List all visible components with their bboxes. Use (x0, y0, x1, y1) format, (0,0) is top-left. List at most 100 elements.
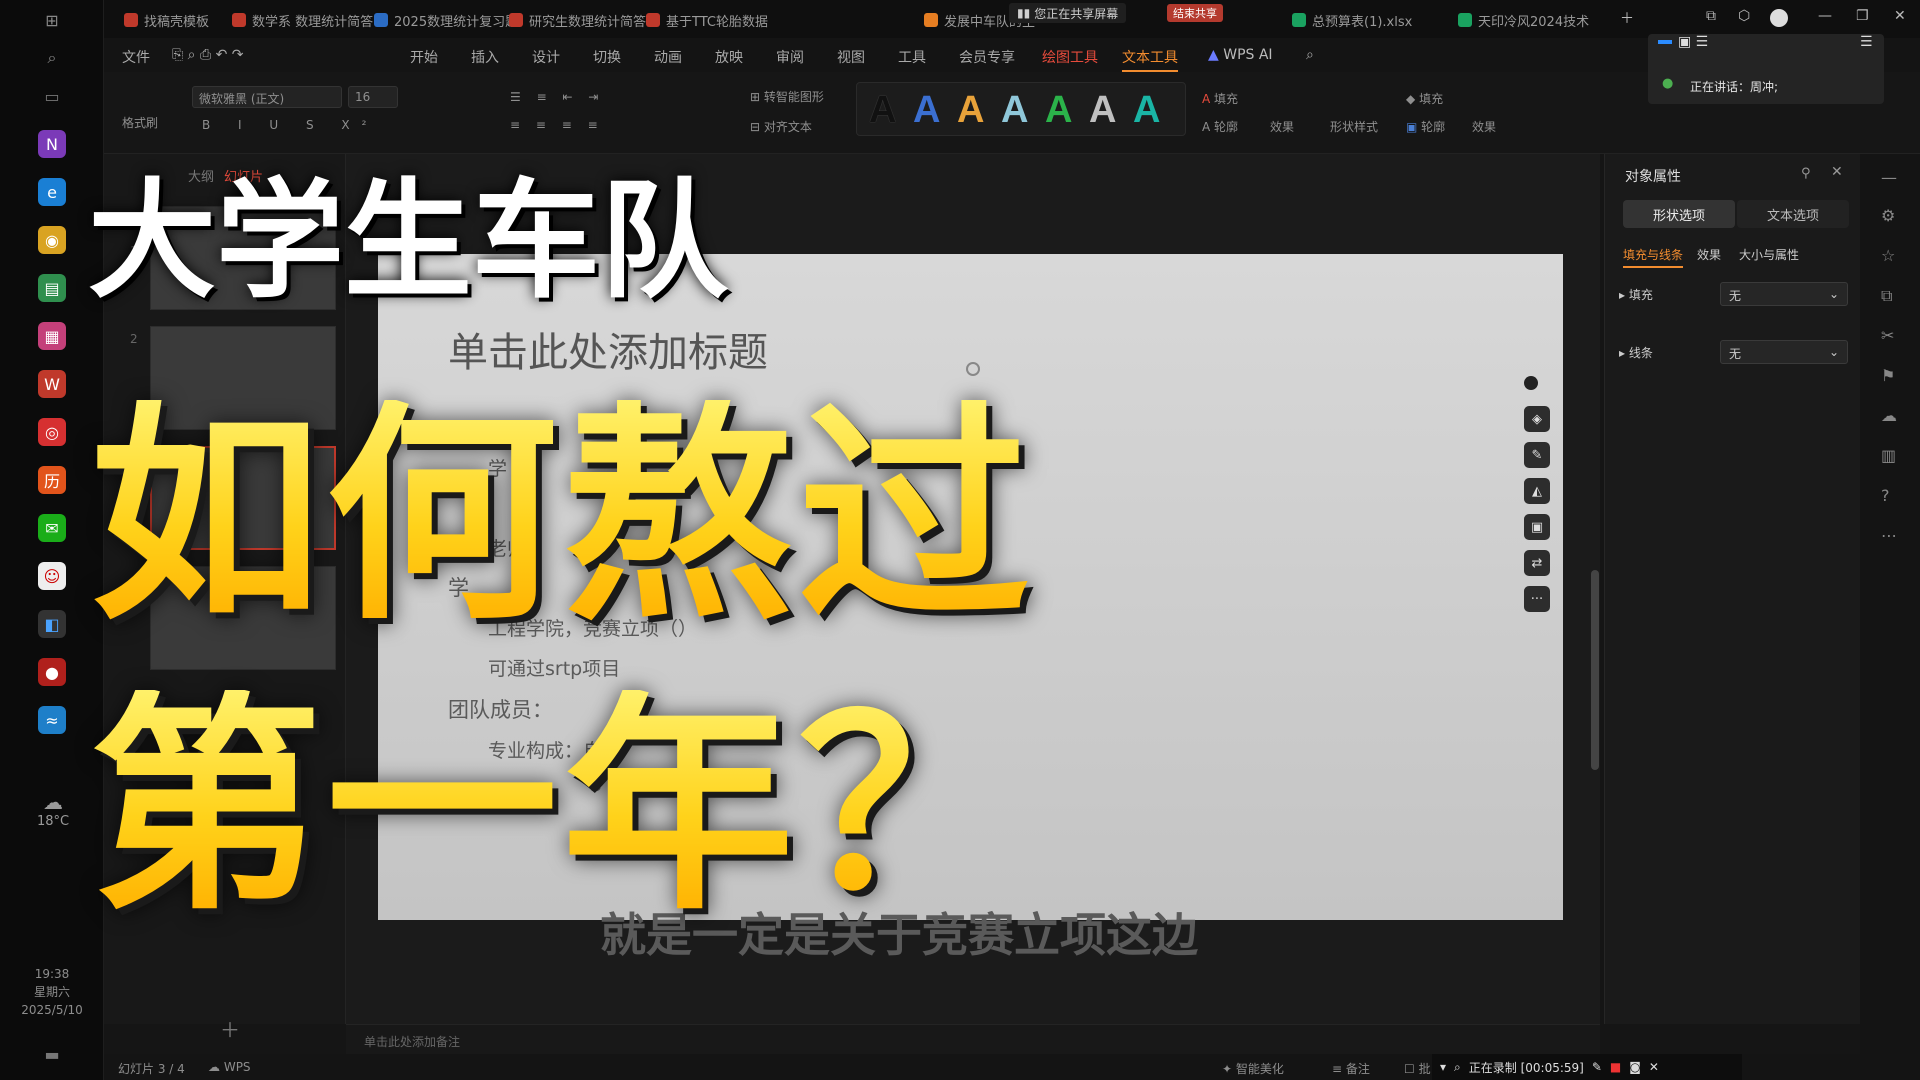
text-style-preset[interactable]: A (1045, 89, 1072, 132)
tab-fill-line[interactable]: 填充与线条 (1623, 246, 1684, 268)
shape-outline-button[interactable]: ▣ 轮廓 (1406, 118, 1445, 135)
app-red-icon[interactable]: 历 (38, 466, 66, 494)
slide[interactable]: 单击此处添加标题 学 老师， 学 工程学院，竞赛立项（） 可通过srtp项目 团… (378, 254, 1563, 920)
shape-style-button[interactable]: 形状样式 (1330, 118, 1378, 135)
format-painter-button[interactable]: 格式刷 (122, 114, 158, 131)
text-format-buttons[interactable]: B I U S X² (202, 118, 378, 132)
fill-row[interactable]: ▸ 填充 (1619, 286, 1653, 303)
text-style-preset[interactable]: A (869, 89, 896, 132)
font-size-select[interactable]: 16 (348, 86, 398, 108)
layers-icon[interactable]: ◈ (1524, 406, 1550, 432)
properties-icon[interactable]: ⚙ (1881, 206, 1895, 225)
chart-app-icon[interactable]: ≈ (38, 706, 66, 734)
pen-icon[interactable]: ✎ (1524, 442, 1550, 468)
menu-drawing-tools[interactable]: 绘图工具 (1042, 47, 1098, 67)
rotate-handle-icon[interactable] (966, 362, 980, 376)
browser-tab[interactable]: 总预算表(1).xlsx (1292, 6, 1412, 34)
browser-tab[interactable]: 研究生数理统计简答 (509, 6, 646, 34)
wps-icon[interactable]: W (38, 370, 66, 398)
avatar[interactable] (1770, 9, 1788, 27)
stop-sharing-button[interactable]: 结束共享 (1167, 4, 1223, 22)
menu-icon[interactable]: ☰ (1860, 34, 1873, 50)
window-icon[interactable]: ▣ ☰ (1678, 34, 1708, 50)
panel-title[interactable]: 对象属性 (1625, 166, 1681, 186)
close-icon[interactable]: ✕ (1894, 8, 1906, 24)
slide-title-placeholder[interactable]: 单击此处添加标题 (448, 320, 768, 378)
fill-bucket-icon[interactable]: ◭ (1524, 478, 1550, 504)
task-view-icon[interactable]: ▭ (38, 82, 66, 110)
canvas-scrollbar[interactable] (1591, 570, 1599, 770)
cube-icon[interactable]: ⬡ (1738, 8, 1750, 24)
browser-tab[interactable]: 天印冷风2024技术 (1458, 6, 1589, 34)
search-icon[interactable]: ⌕ (38, 44, 66, 72)
close-icon[interactable]: ✕ (1831, 164, 1843, 180)
text-fill-button[interactable]: A 填充 (1202, 90, 1238, 107)
minimize-icon[interactable]: — (1818, 8, 1832, 24)
more-icon[interactable]: ⋯ (1881, 526, 1897, 545)
record-app-icon[interactable]: ● (38, 658, 66, 686)
slide-thumbnail[interactable] (150, 566, 336, 670)
text-outline-button[interactable]: A 轮廓 (1202, 118, 1238, 135)
tab-effect[interactable]: 效果 (1697, 246, 1721, 263)
pen-icon[interactable]: ✎ (1592, 1060, 1602, 1074)
rec-menu-icon[interactable]: ▾ (1440, 1060, 1446, 1074)
tab-slides[interactable]: 幻灯片 (224, 166, 263, 185)
tab-shape-options[interactable]: 形状选项 (1623, 200, 1735, 228)
text-style-preset[interactable]: A (1133, 89, 1160, 132)
star-icon[interactable]: ☆ (1881, 246, 1895, 265)
stop-record-icon[interactable]: ■ (1610, 1060, 1621, 1074)
align-buttons[interactable]: ≡ ≡ ≡ ≡ (510, 118, 604, 132)
close-icon[interactable]: ✕ (1649, 1060, 1659, 1074)
menu-review[interactable]: 审阅 (776, 47, 804, 67)
shape-effect-button[interactable]: 效果 (1472, 118, 1496, 135)
line-row[interactable]: ▸ 线条 (1619, 344, 1653, 361)
list-buttons[interactable]: ☰ ≡ ⇤ ⇥ (510, 90, 604, 104)
windows-start-icon[interactable]: ⊞ (38, 6, 66, 34)
slide-thumbnail[interactable] (150, 326, 336, 430)
app-dark-icon[interactable]: ◧ (38, 610, 66, 638)
slide-thumbnail[interactable] (150, 206, 336, 310)
browser-tab[interactable]: 数学系 数理统计简答 (232, 6, 373, 34)
netease-music-icon[interactable]: ◎ (38, 418, 66, 446)
text-style-preset[interactable]: A (913, 89, 940, 132)
browser-tab[interactable]: 2025数理统计复习题 (374, 6, 518, 34)
menu-animation[interactable]: 动画 (654, 47, 682, 67)
gift-icon[interactable]: ⚑ (1881, 366, 1895, 385)
pin-icon[interactable]: ⚲ (1801, 166, 1811, 181)
rec-zoom-icon[interactable]: ⌕ (1454, 1060, 1461, 1075)
frame-icon[interactable]: ▣ (1524, 514, 1550, 540)
maximize-icon[interactable]: ❐ (1856, 8, 1869, 24)
menu-home[interactable]: 开始 (410, 47, 438, 67)
search-icon[interactable]: ⌕ (1306, 47, 1314, 63)
review-button[interactable]: ☐ 批 (1404, 1060, 1431, 1077)
cloud-sync-icon[interactable]: ☁ (1881, 406, 1897, 425)
window-restore-icon[interactable]: ⧉ (1706, 8, 1716, 24)
notes-toggle-button[interactable]: ≡ 备注 (1332, 1060, 1370, 1077)
menu-view[interactable]: 视图 (837, 47, 865, 67)
menu-tools[interactable]: 工具 (898, 47, 926, 67)
shape-fill-button[interactable]: ◆ 填充 (1406, 90, 1443, 107)
weather-widget[interactable]: ☁ 18°C (28, 790, 78, 829)
help-icon[interactable]: ? (1881, 486, 1890, 505)
tab-size-properties[interactable]: 大小与属性 (1739, 246, 1799, 263)
taskbar-clock[interactable]: 19:38 星期六 2025/5/10 (10, 965, 94, 1019)
onenote-icon[interactable]: N (38, 130, 66, 158)
line-select[interactable]: 无 ⌄ (1720, 340, 1848, 364)
chrome-icon[interactable]: ◉ (38, 226, 66, 254)
menu-design[interactable]: 设计 (532, 47, 560, 67)
slide-thumbnail-selected[interactable] (150, 446, 336, 550)
quick-save-icon[interactable]: ⎘ ⌕ ⎙ ↶ ↷ (172, 47, 244, 63)
book-icon[interactable]: ▥ (1881, 446, 1896, 465)
camera-icon[interactable]: ◙ (1629, 1060, 1641, 1074)
collapse-icon[interactable] (1524, 376, 1538, 390)
convert-smartart-button[interactable]: ⊞ 转智能图形 (750, 88, 824, 105)
text-style-preset[interactable]: A (1089, 89, 1116, 132)
new-tab-icon[interactable]: ＋ (1620, 8, 1634, 28)
edge-icon[interactable]: e (38, 178, 66, 206)
replace-image-icon[interactable]: ⇄ (1524, 550, 1550, 576)
text-style-preset[interactable]: A (1001, 89, 1028, 132)
align-text-button[interactable]: ⊟ 对齐文本 (750, 118, 812, 135)
fill-select[interactable]: 无 ⌄ (1720, 282, 1848, 306)
tools-icon[interactable]: ✂ (1881, 326, 1894, 345)
menu-insert[interactable]: 插入 (471, 47, 499, 67)
